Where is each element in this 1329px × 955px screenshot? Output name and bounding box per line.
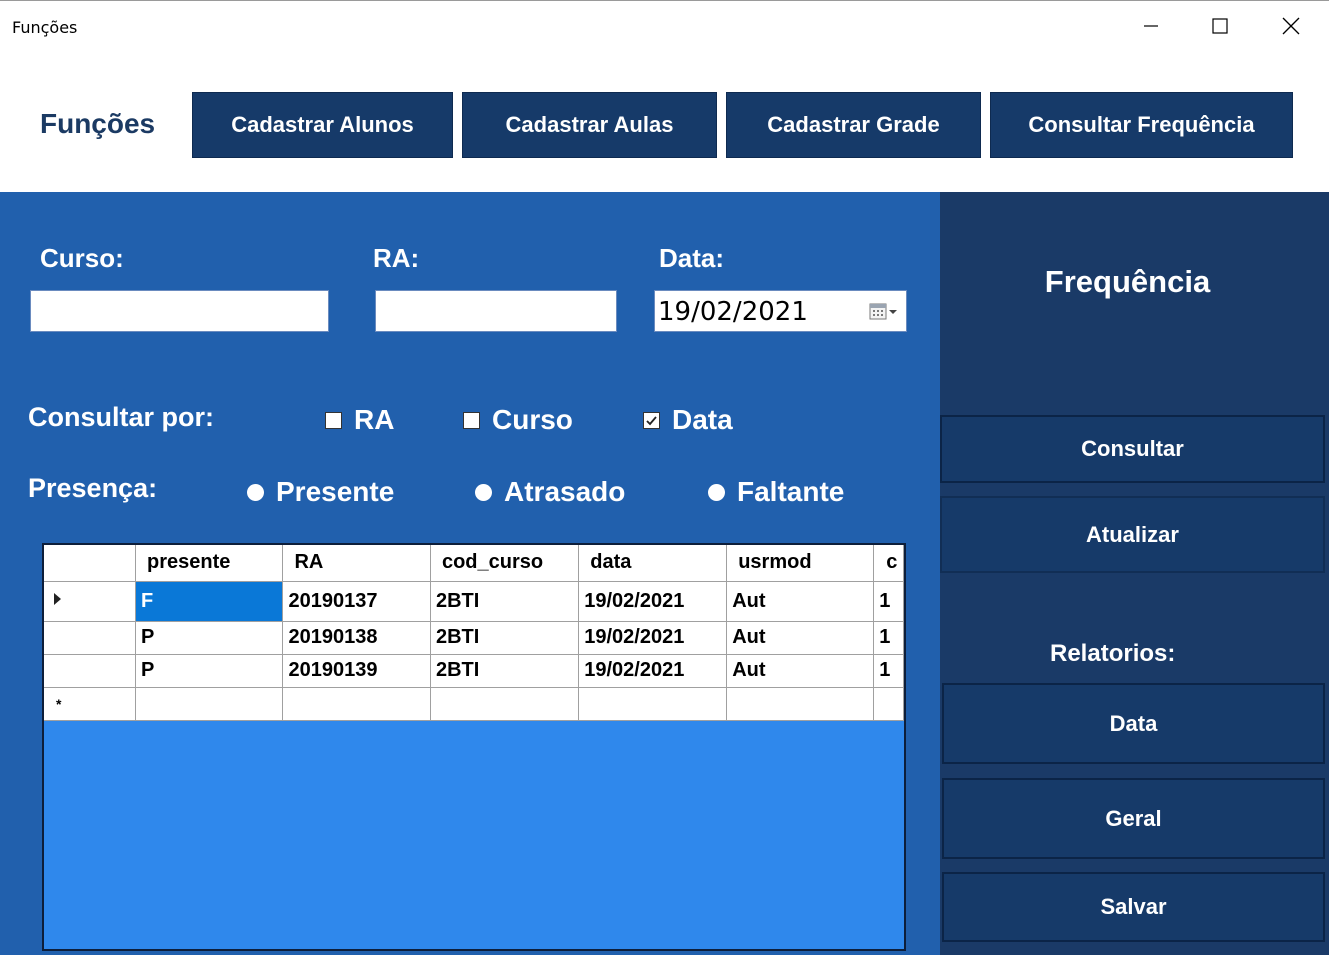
new-row-marker: *: [44, 687, 136, 721]
minimize-icon: [1144, 25, 1158, 27]
consultar-button[interactable]: Consultar: [940, 415, 1325, 483]
table-cell[interactable]: 1: [873, 621, 904, 655]
grid-table: presente RA cod_curso data usrmod c F 20…: [44, 545, 904, 721]
radio-dot: [708, 483, 725, 501]
checkbox-data-label: Data: [672, 404, 733, 435]
curso-label: Curso:: [40, 243, 124, 273]
table-cell[interactable]: 20190138: [282, 621, 431, 655]
table-row[interactable]: P 20190139 2BTI 19/02/2021 Aut 1: [44, 654, 904, 688]
column-header[interactable]: presente: [135, 545, 284, 582]
checkbox-box: [463, 411, 480, 429]
row-header[interactable]: [44, 621, 136, 655]
table-cell[interactable]: 20190137: [282, 581, 431, 622]
table-cell[interactable]: 19/02/2021: [578, 654, 728, 688]
row-header[interactable]: [44, 654, 136, 688]
radio-dot: [247, 483, 264, 501]
column-header[interactable]: cod_curso: [430, 545, 580, 582]
checkbox-ra[interactable]: RA: [325, 404, 394, 436]
brand-title: Funções: [40, 108, 156, 139]
checkbox-data[interactable]: Data: [643, 404, 733, 436]
table-cell[interactable]: F: [135, 581, 284, 622]
maximize-button[interactable]: [1197, 9, 1243, 43]
row-header[interactable]: [44, 581, 136, 622]
header: Funções Cadastrar Alunos Cadastrar Aulas…: [0, 52, 1329, 192]
ra-input[interactable]: [375, 290, 617, 332]
checkbox-curso[interactable]: Curso: [463, 404, 573, 436]
checkbox-curso-label: Curso: [492, 404, 573, 435]
cadastrar-aulas-button[interactable]: Cadastrar Aulas: [462, 92, 717, 158]
relatorio-data-button[interactable]: Data: [942, 683, 1325, 764]
date-value: 19/02/2021: [658, 297, 808, 327]
table-cell[interactable]: 1: [873, 581, 904, 622]
row-header-corner: [44, 545, 136, 582]
data-label: Data:: [659, 243, 725, 273]
calendar-dropdown-icon[interactable]: [868, 302, 900, 322]
cadastrar-grade-button[interactable]: Cadastrar Grade: [726, 92, 981, 158]
table-cell[interactable]: 20190139: [282, 654, 431, 688]
table-cell[interactable]: [726, 687, 875, 721]
radio-faltante[interactable]: Faltante: [708, 476, 844, 508]
close-icon: [1282, 17, 1300, 35]
table-cell[interactable]: Aut: [726, 621, 875, 655]
maximize-icon: [1212, 18, 1228, 34]
atualizar-button[interactable]: Atualizar: [940, 496, 1325, 573]
cadastrar-alunos-button[interactable]: Cadastrar Alunos: [192, 92, 453, 158]
column-header[interactable]: usrmod: [726, 545, 875, 582]
column-header[interactable]: RA: [282, 545, 431, 582]
table-cell[interactable]: 2BTI: [430, 621, 580, 655]
table-row[interactable]: F 20190137 2BTI 19/02/2021 Aut 1: [44, 581, 904, 622]
presenca-label: Presença:: [28, 473, 158, 503]
radio-atrasado-label: Atrasado: [504, 476, 626, 507]
table-cell[interactable]: [873, 687, 904, 721]
window-title: Funções: [12, 18, 78, 37]
checkmark-icon: [646, 415, 657, 425]
header-row: presente RA cod_curso data usrmod c: [44, 545, 904, 582]
radio-atrasado[interactable]: Atrasado: [475, 476, 625, 508]
table-cell[interactable]: 2BTI: [430, 581, 580, 622]
consultar-por-label: Consultar por:: [28, 402, 214, 432]
checkbox-box: [325, 411, 342, 429]
radio-presente[interactable]: Presente: [247, 476, 394, 508]
ra-label: RA:: [373, 243, 420, 273]
new-row[interactable]: *: [44, 687, 904, 721]
table-cell[interactable]: 2BTI: [430, 654, 580, 688]
consultar-frequencia-button[interactable]: Consultar Frequência: [990, 92, 1293, 158]
table-cell[interactable]: [578, 687, 728, 721]
table-cell[interactable]: Aut: [726, 581, 875, 622]
data-date-picker[interactable]: 19/02/2021: [654, 290, 907, 332]
column-header[interactable]: data: [578, 545, 728, 582]
radio-dot: [475, 483, 492, 501]
title-bar: Funções: [0, 0, 1329, 52]
table-cell[interactable]: 1: [873, 654, 904, 688]
table-cell[interactable]: 19/02/2021: [578, 581, 728, 622]
table-cell[interactable]: P: [135, 654, 284, 688]
salvar-button[interactable]: Salvar: [942, 872, 1325, 942]
frequencia-heading: Frequência: [1044, 264, 1211, 299]
radio-presente-label: Presente: [276, 476, 395, 507]
table-cell[interactable]: P: [135, 621, 284, 655]
table-cell[interactable]: 19/02/2021: [578, 621, 728, 655]
table-cell[interactable]: Aut: [726, 654, 875, 688]
table-row[interactable]: P 20190138 2BTI 19/02/2021 Aut 1: [44, 621, 904, 655]
checkbox-ra-label: RA: [354, 404, 395, 435]
relatorio-geral-button[interactable]: Geral: [942, 778, 1325, 859]
frequencia-grid[interactable]: presente RA cod_curso data usrmod c F 20…: [42, 543, 906, 951]
close-button[interactable]: [1268, 9, 1314, 43]
checkbox-box-checked: [643, 411, 660, 429]
table-cell[interactable]: [135, 687, 284, 721]
radio-faltante-label: Faltante: [737, 476, 845, 507]
minimize-button[interactable]: [1128, 9, 1174, 43]
current-row-arrow-icon: [54, 592, 61, 605]
table-cell[interactable]: [282, 687, 431, 721]
curso-input[interactable]: [30, 290, 329, 332]
relatorios-label: Relatorios:: [1050, 640, 1176, 667]
table-cell[interactable]: [430, 687, 580, 721]
column-header[interactable]: c: [873, 545, 904, 582]
